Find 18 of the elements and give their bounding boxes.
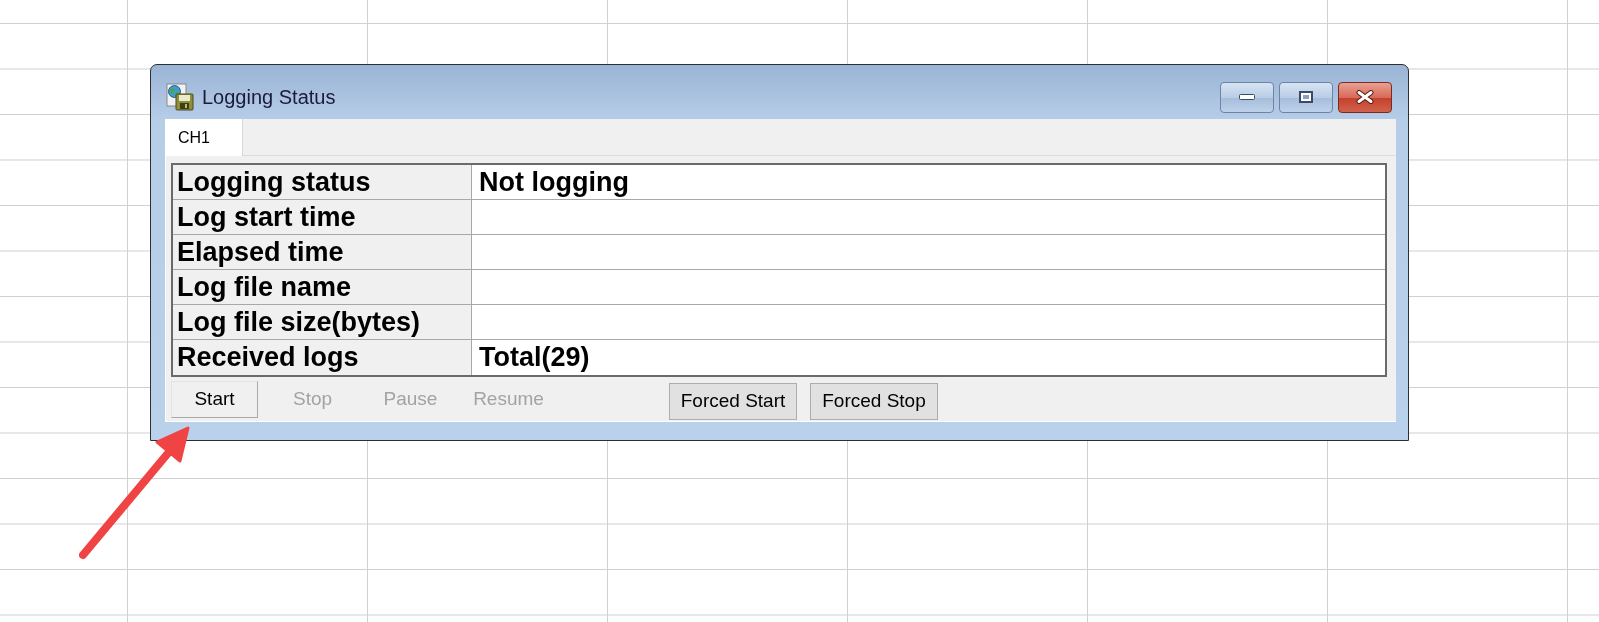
globe-disk-icon: [166, 83, 194, 111]
tab[interactable]: CH1: [165, 119, 243, 156]
forced-button[interactable]: Forced Start: [669, 383, 797, 420]
row-label: Logging status: [173, 165, 472, 199]
minimize-button[interactable]: [1220, 81, 1274, 113]
window-title: Logging Status: [202, 85, 336, 110]
row-label: Log start time: [173, 200, 472, 234]
row-label: Elapsed time: [173, 235, 472, 269]
row-label: Received logs: [173, 340, 472, 375]
row-label: Log file name: [173, 270, 472, 304]
minimize-icon: [1239, 94, 1255, 100]
maximize-button[interactable]: [1279, 81, 1333, 113]
forced-button[interactable]: Forced Stop: [810, 383, 938, 420]
row-label: Log file size(bytes): [173, 305, 472, 339]
maximize-icon: [1299, 91, 1313, 103]
close-icon: [1356, 90, 1374, 104]
close-button[interactable]: [1338, 81, 1392, 113]
logging-button[interactable]: Start: [171, 381, 258, 418]
